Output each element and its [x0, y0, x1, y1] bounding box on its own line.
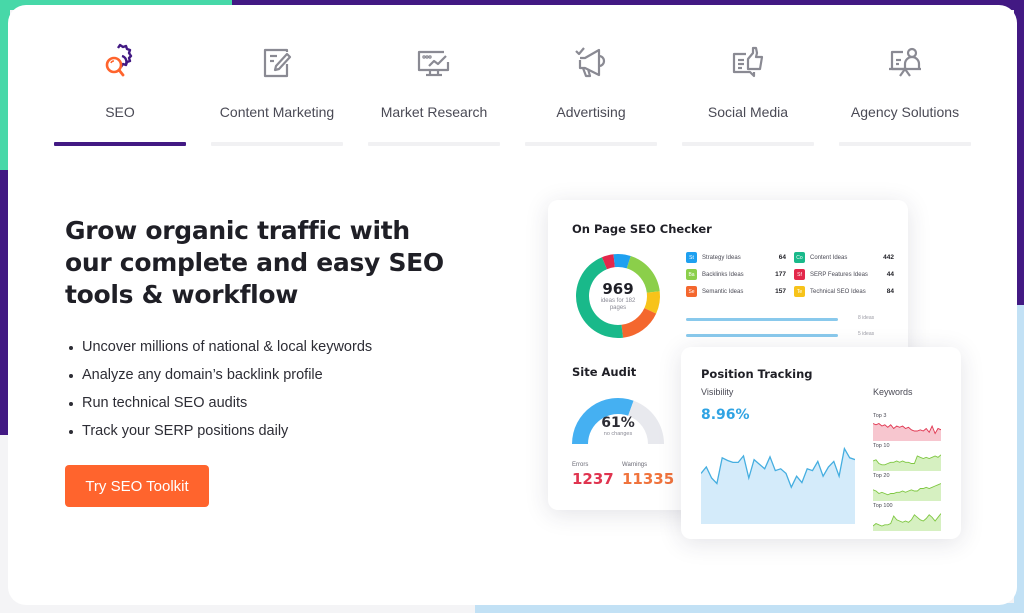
- legend-item: Ba Backlinks Ideas 177: [686, 269, 786, 280]
- errors-label: Errors: [572, 462, 589, 468]
- keyword-bucket-label: Top 20: [873, 473, 890, 479]
- site-audit-percent: 61%: [601, 415, 635, 431]
- idea-type-count: 84: [886, 288, 894, 295]
- idea-type-count: 44: [886, 271, 894, 278]
- thumbs-up-chat-icon: [726, 40, 770, 84]
- legend-item: Sf SERP Features Ideas 44: [794, 269, 894, 280]
- idea-type-badge: Se: [686, 286, 697, 297]
- feature-list: Uncover millions of national & local key…: [65, 333, 372, 445]
- tab-label: SEO: [105, 104, 135, 120]
- tab-underline: [839, 142, 971, 146]
- tab-label: Social Media: [707, 104, 789, 120]
- ideas-total: 969: [602, 280, 634, 298]
- feature-item: Run technical SEO audits: [65, 389, 372, 417]
- main-card: SEO Content Marketing Market Research Ad…: [8, 5, 1017, 605]
- idea-type-label: Backlinks Ideas: [702, 271, 744, 278]
- monitor-chart-icon: [412, 40, 456, 84]
- product-tabs: SEO Content Marketing Market Research Ad…: [54, 40, 971, 146]
- idea-type-count: 64: [778, 254, 786, 261]
- feature-item: Uncover millions of national & local key…: [65, 333, 372, 361]
- position-tracking-card: Position Tracking Visibility 8.96% Keywo…: [681, 347, 961, 539]
- keywords-label: Keywords: [873, 387, 913, 397]
- tab-social-media[interactable]: Social Media: [682, 40, 814, 146]
- tab-seo[interactable]: SEO: [54, 40, 186, 146]
- idea-type-badge: Te: [794, 286, 805, 297]
- visibility-area: [701, 448, 855, 524]
- site-audit-caption: no changes: [603, 431, 633, 437]
- ideas-progress-bar: [686, 318, 838, 321]
- tab-label: Market Research: [380, 104, 488, 120]
- keyword-sparkline: [873, 422, 941, 441]
- keyword-bucket-label: Top 100: [873, 503, 893, 509]
- tab-underline: [368, 142, 500, 146]
- ideas-bar-label: 5 ideas: [858, 331, 875, 337]
- sparkline-area: [873, 483, 941, 501]
- tab-content-marketing[interactable]: Content Marketing: [211, 40, 343, 146]
- idea-type-count: 177: [775, 271, 786, 278]
- tab-underline: [525, 142, 657, 146]
- keyword-sparkline: [873, 454, 941, 471]
- idea-type-count: 157: [775, 288, 786, 295]
- seo-gear-magnifier-icon: [98, 40, 142, 84]
- card-title: On Page SEO Checker: [572, 222, 712, 236]
- keyword-bucket-label: Top 3: [873, 413, 887, 419]
- ideas-legend: St Strategy Ideas 64 Co Content Ideas 442 Ba Ba…: [686, 252, 894, 297]
- tab-underline: [211, 142, 343, 146]
- idea-type-label: SERP Features Ideas: [810, 271, 868, 278]
- idea-type-badge: Co: [794, 252, 805, 263]
- idea-type-count: 442: [883, 254, 894, 261]
- idea-type-label: Strategy Ideas: [702, 254, 741, 261]
- tab-label: Content Marketing: [219, 104, 335, 120]
- try-seo-toolkit-button[interactable]: Try SEO Toolkit: [65, 465, 209, 507]
- legend-item: Co Content Ideas 442: [794, 252, 894, 263]
- megaphone-icon: [569, 40, 613, 84]
- idea-type-badge: Sf: [794, 269, 805, 280]
- feature-item: Analyze any domain’s backlink profile: [65, 361, 372, 389]
- document-edit-icon: [255, 40, 299, 84]
- legend-item: St Strategy Ideas 64: [686, 252, 786, 263]
- hero-headline: Grow organic traffic with our complete a…: [65, 216, 444, 309]
- ideas-progress-bar: [686, 334, 838, 337]
- feature-item: Track your SERP positions daily: [65, 417, 372, 445]
- keyword-sparkline: [873, 483, 941, 501]
- idea-type-label: Technical SEO Ideas: [810, 288, 866, 295]
- idea-type-badge: Ba: [686, 269, 697, 280]
- keyword-bucket-label: Top 10: [873, 443, 890, 449]
- tab-underline: [682, 142, 814, 146]
- tab-agency-solutions[interactable]: Agency Solutions: [839, 40, 971, 146]
- legend-item: Te Technical SEO Ideas 84: [794, 286, 894, 297]
- sparkline-area: [873, 423, 941, 441]
- ideas-total-caption: ideas for 182 pages: [600, 298, 636, 311]
- card-title: Position Tracking: [701, 367, 813, 381]
- presenter-board-icon: [883, 40, 927, 84]
- tab-underline-active: [54, 142, 186, 146]
- idea-type-badge: St: [686, 252, 697, 263]
- tab-label: Agency Solutions: [850, 104, 960, 120]
- tab-label: Advertising: [556, 104, 626, 120]
- tab-advertising[interactable]: Advertising: [525, 40, 657, 146]
- visibility-chart: [701, 446, 855, 524]
- idea-type-label: Content Ideas: [810, 254, 848, 261]
- errors-value: 1237: [572, 470, 614, 488]
- visibility-value: 8.96%: [701, 407, 750, 423]
- keyword-sparkline: [873, 513, 941, 531]
- legend-item: Se Semantic Ideas 157: [686, 286, 786, 297]
- warnings-value: 11335: [622, 470, 675, 488]
- idea-type-label: Semantic Ideas: [702, 288, 744, 295]
- warnings-label: Warnings: [622, 462, 648, 468]
- site-audit-title: Site Audit: [572, 365, 637, 379]
- visibility-label: Visibility: [701, 387, 734, 397]
- tab-market-research[interactable]: Market Research: [368, 40, 500, 146]
- ideas-donut-chart: 969 ideas for 182 pages: [570, 248, 666, 344]
- ideas-bar-label: 8 ideas: [858, 315, 875, 321]
- sparkline-area: [873, 454, 941, 471]
